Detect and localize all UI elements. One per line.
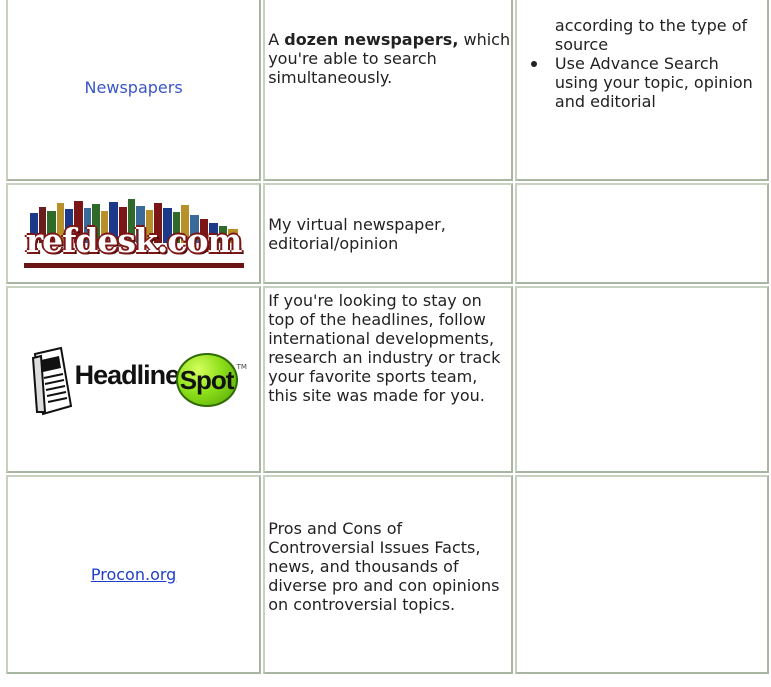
resource-cell: Newspapers [6, 0, 262, 181]
tips-lead-text: according to the type of source [554, 16, 748, 54]
description-emphasis: dozen newspapers, [284, 30, 459, 49]
tips-lead: according to the type of source [555, 16, 767, 54]
spot-badge: Spot [175, 352, 238, 407]
table-row: Headline Spot TM If you're looking to st… [6, 286, 769, 473]
refdesk-logo-shelf [23, 262, 244, 268]
description-cell: My virtual newspaper, editorial/opinion [263, 183, 513, 284]
tips-list: according to the type of source Use Adva… [521, 16, 767, 111]
description-text: A dozen newspapers, which you're able to… [268, 30, 511, 87]
tips-cell [514, 183, 769, 284]
table-row: Procon.org Pros and Cons of Controversia… [6, 475, 769, 674]
tips-cell [514, 286, 769, 473]
resource-cell: refdesk.com [6, 183, 262, 284]
trademark-mark: TM [236, 362, 247, 371]
description-cell: If you're looking to stay on top of the … [263, 286, 513, 473]
resource-cell: Headline Spot TM [6, 286, 262, 473]
description-text: My virtual newspaper, editorial/opinion [268, 215, 446, 253]
table-row: Newspapers A dozen newspapers, which you… [6, 0, 769, 181]
description-text: If you're looking to stay on top of the … [268, 291, 501, 405]
resource-cell: Procon.org [6, 475, 262, 674]
resources-table: Newspapers A dozen newspapers, which you… [4, 0, 771, 676]
headlinespot-logo-text: Headline [74, 359, 181, 390]
tips-cell: according to the type of source Use Adva… [514, 0, 769, 181]
refdesk-logo-text: refdesk.com [25, 220, 243, 260]
list-item: Use Advance Search using your topic, opi… [530, 54, 767, 111]
description-text: Pros and Cons of Controversial Issues Fa… [268, 519, 500, 614]
description-cell: Pros and Cons of Controversial Issues Fa… [263, 475, 513, 674]
refdesk-logo[interactable]: refdesk.com [22, 198, 246, 269]
description-cell: A dozen newspapers, which you're able to… [263, 0, 513, 181]
newspapers-link[interactable]: Newspapers [85, 78, 183, 97]
page-frame: Newspapers A dozen newspapers, which you… [0, 0, 771, 687]
table-row: refdesk.com My virtual newspaper, editor… [6, 183, 769, 284]
headlinespot-logo[interactable]: Headline Spot TM [29, 340, 247, 420]
description-prefix: A [268, 30, 285, 49]
newspaper-icon [31, 346, 72, 415]
procon-link[interactable]: Procon.org [91, 565, 176, 584]
tips-cell [514, 475, 769, 674]
